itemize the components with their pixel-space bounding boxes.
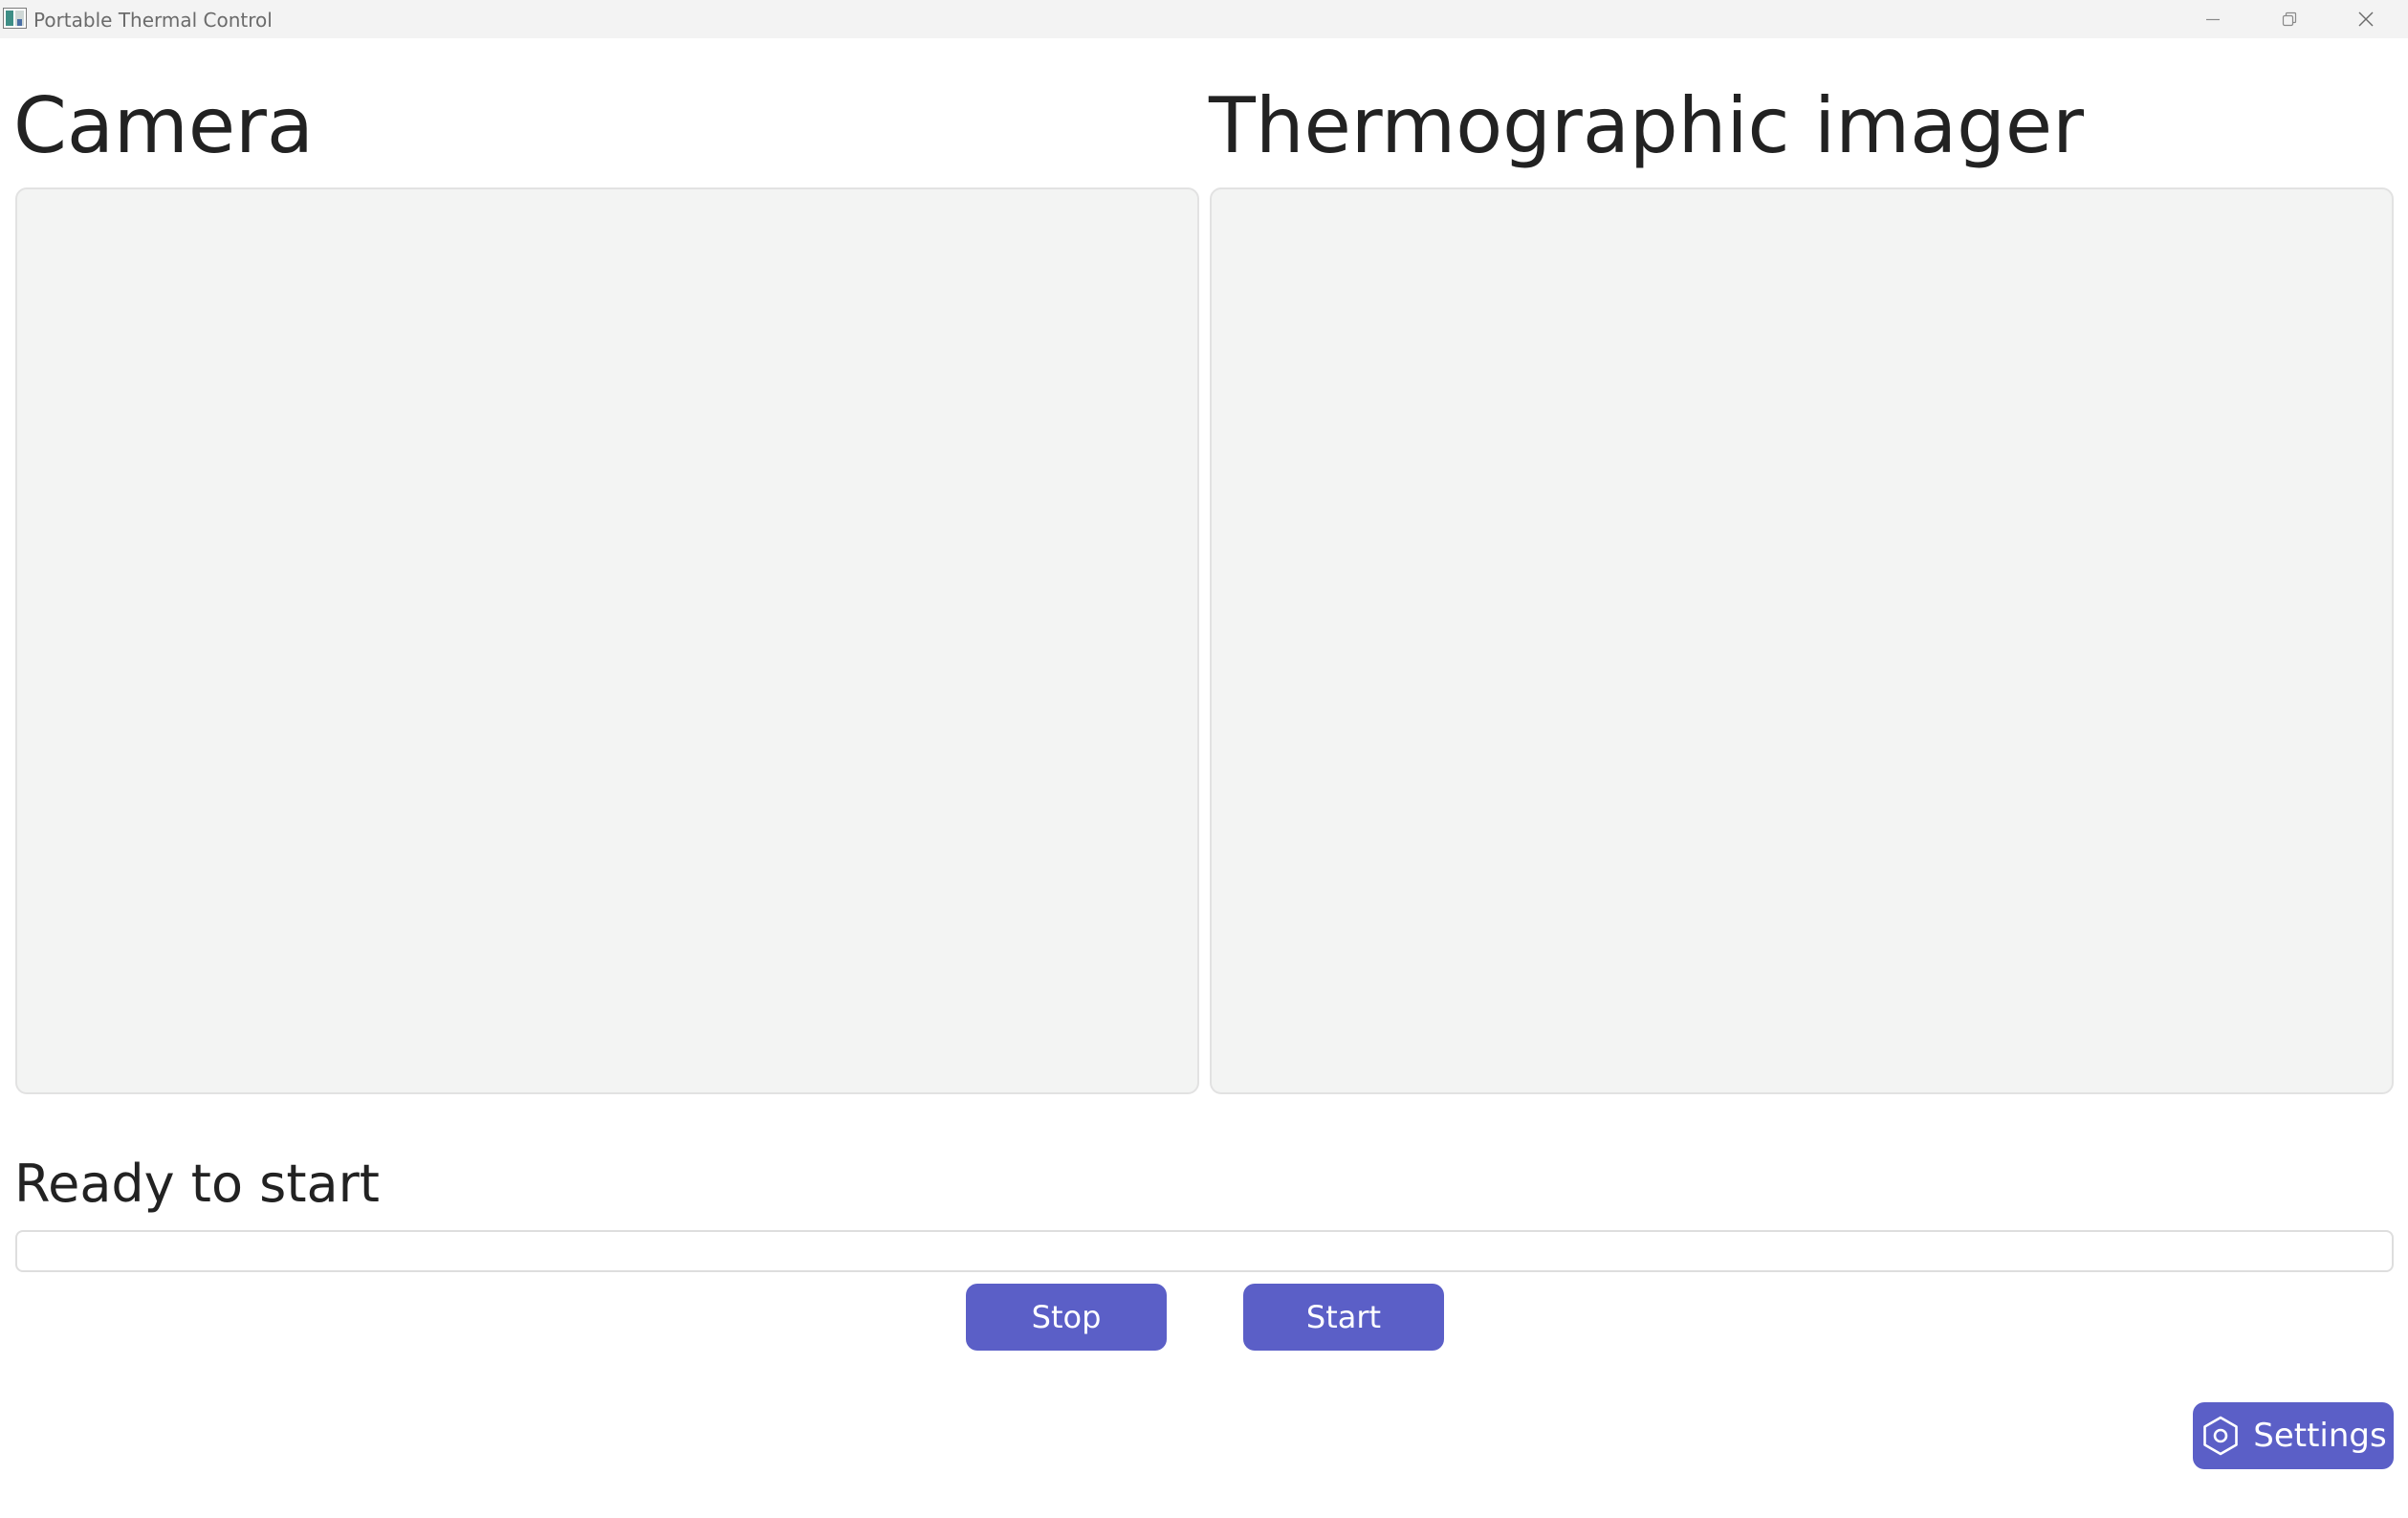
minimize-button[interactable] [2175,0,2251,38]
restore-icon [2282,11,2297,27]
hexagon-gear-icon [2200,1415,2242,1457]
title-bar[interactable]: Portable Thermal Control [0,0,2408,38]
close-button[interactable] [2328,0,2404,38]
start-button[interactable]: Start [1243,1284,1444,1351]
app-icon [3,8,27,29]
status-text: Ready to start [14,1154,380,1214]
stop-button[interactable]: Stop [966,1284,1167,1351]
minimize-icon [2206,18,2220,21]
settings-label: Settings [2253,1417,2387,1455]
close-icon [2358,11,2374,27]
thermal-imager-title: Thermographic imager [1209,81,2085,170]
camera-preview [15,187,1199,1094]
settings-button[interactable]: Settings [2193,1402,2394,1469]
progress-bar [15,1230,2394,1272]
app-window: Portable Thermal Control Camera Thermogr… [0,0,2408,1518]
window-title: Portable Thermal Control [33,9,273,32]
thermal-imager-preview [1210,187,2394,1094]
camera-title: Camera [13,81,314,170]
restore-button[interactable] [2251,0,2328,38]
